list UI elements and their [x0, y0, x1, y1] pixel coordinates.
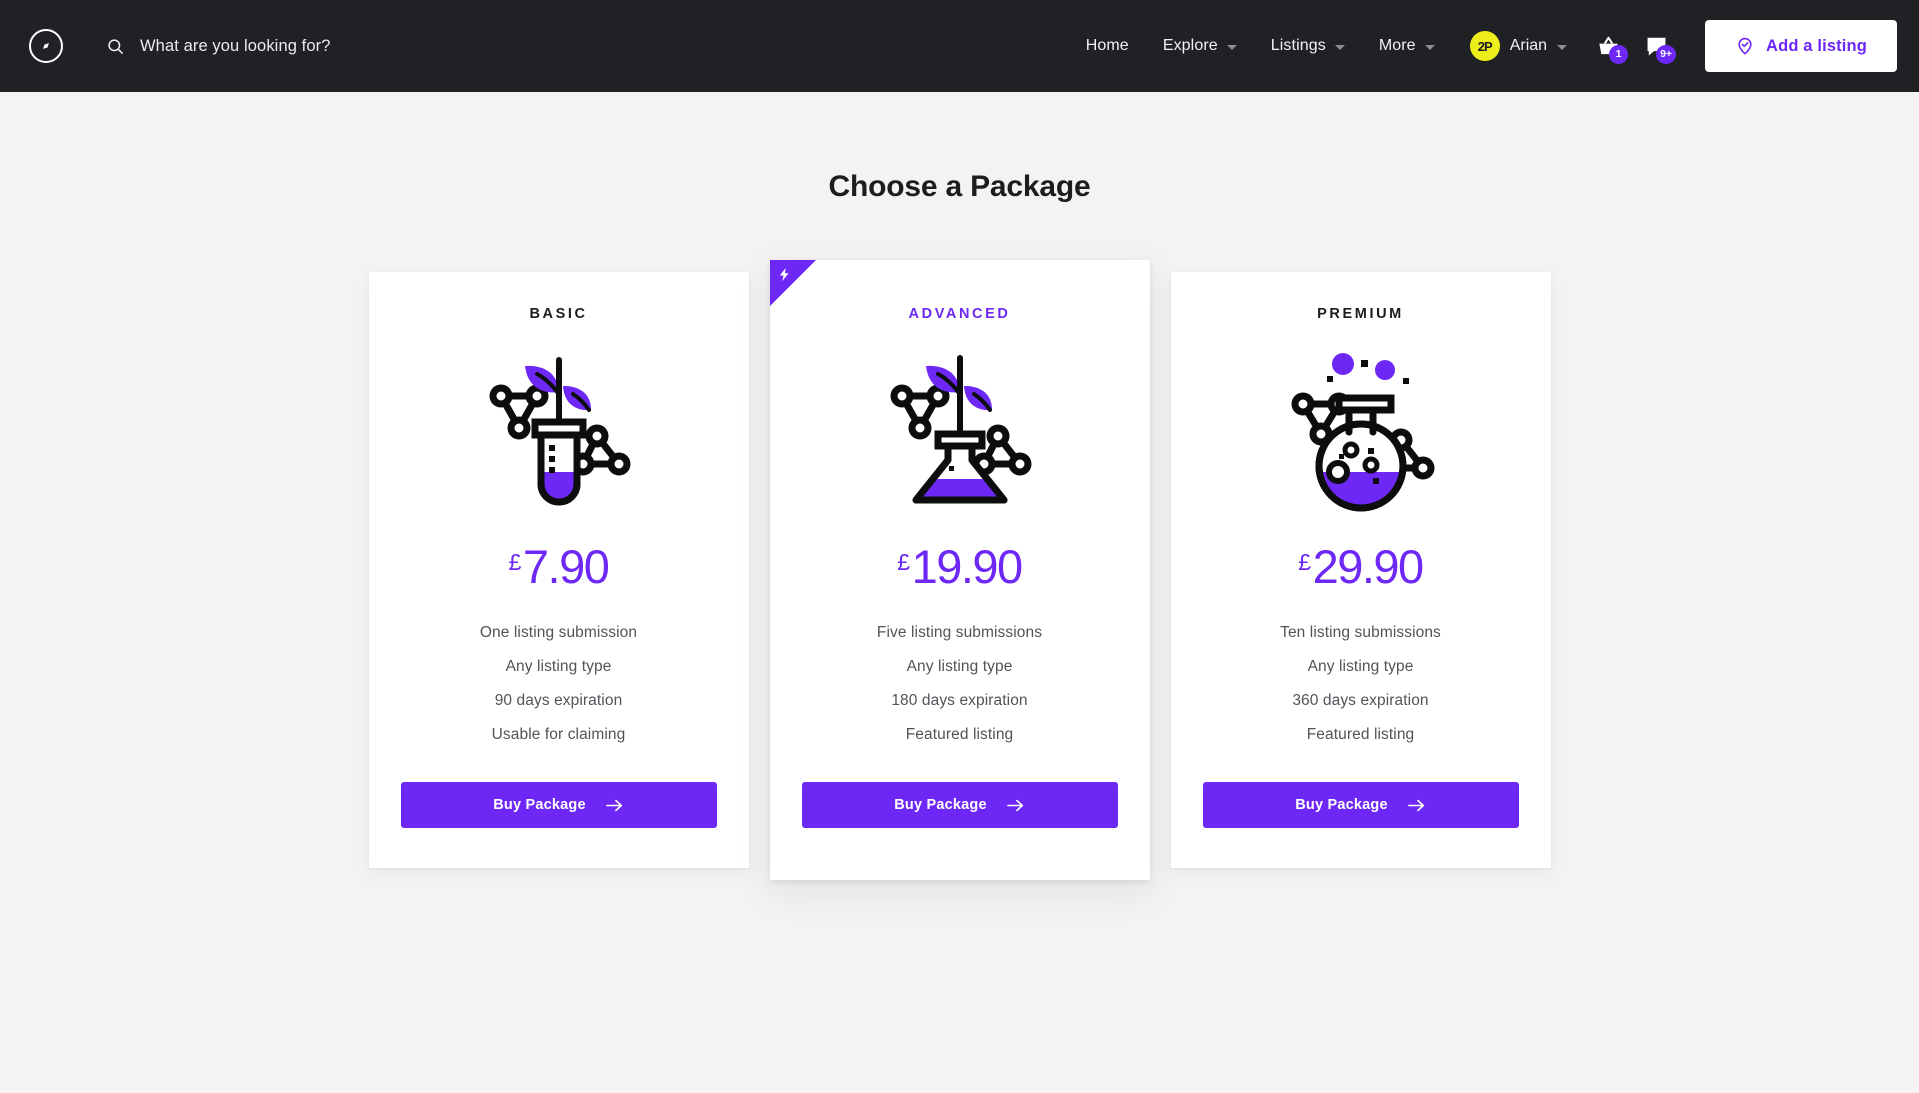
- price-currency: £: [508, 549, 522, 575]
- buy-package-button[interactable]: Buy Package: [1202, 782, 1519, 828]
- feature-item: Featured listing: [905, 726, 1014, 743]
- buy-package-label: Buy Package: [894, 797, 987, 813]
- lightning-bolt-icon: [779, 267, 789, 282]
- package-title: ADVANCED: [908, 306, 1011, 322]
- basket-badge: 1: [1609, 45, 1629, 64]
- navbar-left: [14, 29, 560, 63]
- messages-button[interactable]: 9+: [1635, 25, 1677, 67]
- package-features: Ten listing submissions Any listing type…: [1280, 624, 1441, 744]
- chevron-down-icon: [1557, 44, 1568, 50]
- user-menu[interactable]: 2P Arian: [1458, 25, 1581, 67]
- chevron-down-icon: [1424, 44, 1435, 50]
- nav-link-listings[interactable]: Listings: [1254, 27, 1362, 65]
- nav-link-more[interactable]: More: [1362, 27, 1452, 65]
- feature-item: Any listing type: [505, 658, 612, 675]
- nav-link-label: Listings: [1270, 37, 1326, 54]
- page-title: Choose a Package: [828, 170, 1091, 203]
- erlenmeyer-flask-plant-icon: [880, 348, 1040, 513]
- package-cards: BASIC £ 7.90 One listing submission Any …: [0, 260, 1919, 880]
- feature-item: 90 days expiration: [494, 692, 623, 709]
- avatar: 2P: [1469, 31, 1500, 61]
- nav-link-label: Home: [1085, 37, 1129, 54]
- search-icon: [108, 38, 123, 54]
- price-amount: 29.90: [1312, 540, 1425, 593]
- basket-button[interactable]: 1: [1587, 25, 1629, 67]
- package-card-premium[interactable]: PREMIUM £ 29.90 Ten listing submissions …: [1170, 272, 1551, 868]
- price-currency: £: [1298, 549, 1311, 575]
- package-card-basic[interactable]: BASIC £ 7.90 One listing submission Any …: [368, 272, 749, 868]
- package-card-advanced[interactable]: ADVANCED £ 19.90 Five listing submission…: [769, 260, 1150, 880]
- compass-icon: [43, 43, 49, 49]
- package-title: BASIC: [529, 306, 588, 322]
- test-tube-plant-icon: [479, 348, 639, 513]
- feature-item: Ten listing submissions: [1280, 624, 1441, 641]
- search-input[interactable]: [140, 36, 560, 56]
- package-features: Five listing submissions Any listing typ…: [877, 624, 1042, 744]
- nav-link-label: Explore: [1162, 37, 1218, 54]
- user-name: Arian: [1509, 37, 1548, 54]
- add-listing-label: Add a listing: [1766, 36, 1867, 55]
- arrow-right-icon: [1407, 799, 1424, 811]
- add-listing-button[interactable]: Add a listing: [1705, 20, 1897, 72]
- arrow-right-icon: [1006, 799, 1023, 811]
- nav-link-label: More: [1378, 37, 1416, 54]
- search-area[interactable]: [106, 36, 560, 56]
- package-price: £ 7.90: [508, 540, 610, 593]
- feature-item: Usable for claiming: [491, 726, 626, 743]
- nav-link-explore[interactable]: Explore: [1146, 27, 1254, 65]
- feature-item: Any listing type: [906, 658, 1013, 675]
- price-amount: 7.90: [522, 540, 610, 593]
- feature-item: One listing submission: [479, 624, 638, 641]
- price-amount: 19.90: [911, 540, 1024, 593]
- arrow-right-icon: [605, 799, 622, 811]
- buy-package-label: Buy Package: [1295, 797, 1388, 813]
- buy-package-label: Buy Package: [493, 797, 586, 813]
- chevron-down-icon: [1334, 44, 1345, 50]
- messages-badge: 9+: [1656, 45, 1677, 64]
- package-title: PREMIUM: [1317, 306, 1404, 322]
- feature-item: Any listing type: [1307, 658, 1414, 675]
- feature-item: Five listing submissions: [876, 624, 1043, 641]
- package-price: £ 29.90: [1298, 540, 1425, 593]
- map-pin-check-icon: [1738, 37, 1752, 55]
- buy-package-button[interactable]: Buy Package: [801, 782, 1118, 828]
- top-navbar: Home Explore Listings More 2P Arian 1: [0, 0, 1919, 92]
- nav-link-home[interactable]: Home: [1069, 27, 1146, 65]
- feature-item: 360 days expiration: [1292, 692, 1429, 709]
- price-currency: £: [897, 549, 910, 575]
- round-flask-bubbles-icon: [1281, 348, 1441, 513]
- site-logo[interactable]: [29, 29, 63, 63]
- feature-item: 180 days expiration: [891, 692, 1028, 709]
- main-content: Choose a Package BASIC £ 7.90 One listin…: [0, 170, 1919, 880]
- navbar-right: Home Explore Listings More 2P Arian 1 9+…: [1069, 20, 1919, 72]
- package-price: £ 19.90: [897, 540, 1024, 593]
- chevron-down-icon: [1226, 44, 1237, 50]
- buy-package-button[interactable]: Buy Package: [400, 782, 717, 828]
- feature-item: Featured listing: [1306, 726, 1415, 743]
- package-features: One listing submission Any listing type …: [480, 624, 637, 744]
